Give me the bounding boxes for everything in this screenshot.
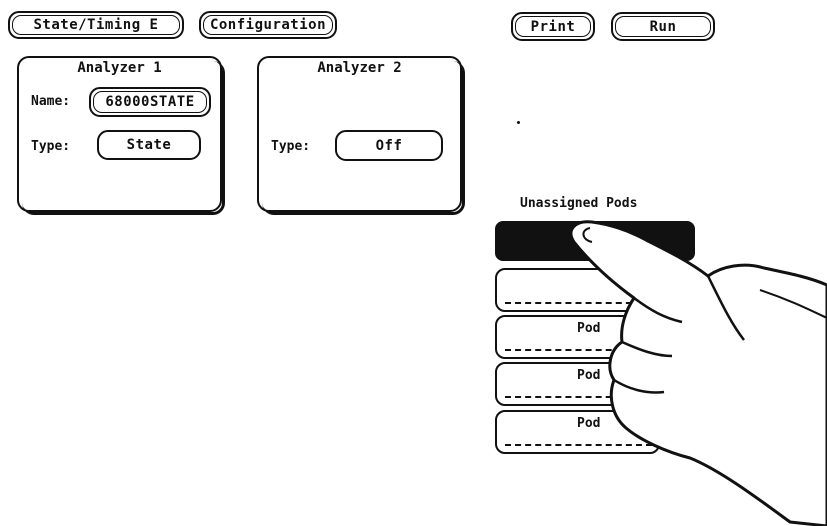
- hand-pointer-icon: [569, 220, 827, 526]
